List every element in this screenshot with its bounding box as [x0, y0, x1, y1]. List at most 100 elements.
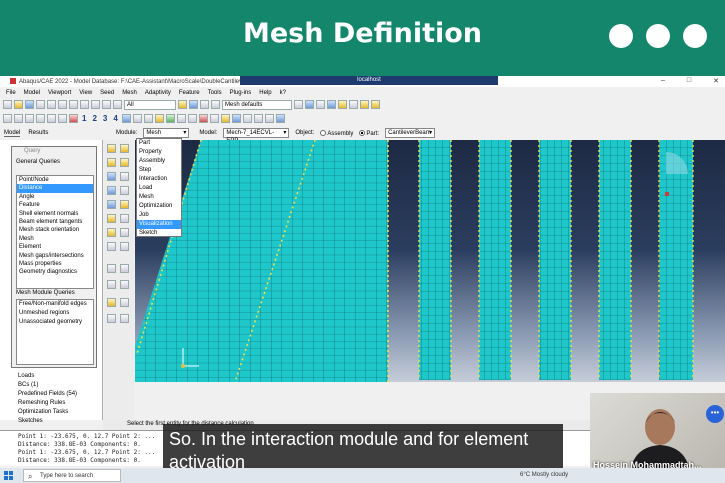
- menu-mesh[interactable]: Mesh: [122, 90, 137, 96]
- view-front-icon[interactable]: [349, 100, 358, 109]
- mesh-canvas[interactable]: [135, 140, 725, 382]
- view-custom-icon[interactable]: [58, 114, 67, 123]
- rotate-icon[interactable]: [58, 100, 67, 109]
- orphan-mesh-icon[interactable]: [107, 314, 116, 323]
- color-code-icon-2[interactable]: [209, 114, 219, 123]
- tree-item-bcs[interactable]: BCs (1): [18, 381, 77, 390]
- menu-plugins[interactable]: Plug-ins: [230, 90, 252, 96]
- seed-edges-icon[interactable]: [120, 144, 129, 153]
- mesh-display-icon[interactable]: [275, 114, 285, 123]
- text-icon[interactable]: [253, 114, 263, 123]
- taskbar-search[interactable]: ⌕ Type here to search: [23, 469, 121, 482]
- show-all-icon[interactable]: [165, 114, 175, 123]
- query-angle[interactable]: Angle: [17, 193, 93, 201]
- open-icon[interactable]: [14, 100, 23, 109]
- arrow-icon[interactable]: [264, 114, 274, 123]
- annotation-icon[interactable]: [242, 114, 252, 123]
- mesh-edit-icon[interactable]: [120, 314, 129, 323]
- query-unassociated-geometry[interactable]: Unassociated geometry: [19, 318, 93, 327]
- create-set-icon[interactable]: [107, 242, 116, 251]
- verify-mesh-icon[interactable]: [107, 186, 116, 195]
- menu-adaptivity[interactable]: Adaptivity: [145, 90, 171, 96]
- module-option-job[interactable]: Job: [137, 211, 181, 220]
- display-group-icon[interactable]: [200, 100, 209, 109]
- cut-plane-icon[interactable]: [143, 114, 153, 123]
- module-combo[interactable]: Mesh: [143, 128, 190, 138]
- query-element[interactable]: Element: [17, 243, 93, 251]
- tree-item-loads[interactable]: Loads: [18, 372, 77, 381]
- seed-part-icon[interactable]: [107, 144, 116, 153]
- menu-file[interactable]: File: [6, 90, 16, 96]
- remesh-icon[interactable]: [120, 280, 129, 289]
- mesh-part-icon[interactable]: [107, 172, 116, 181]
- query-mass-properties[interactable]: Mass properties: [17, 260, 93, 268]
- query-distance[interactable]: Distance: [17, 184, 93, 193]
- print-icon[interactable]: [36, 100, 45, 109]
- module-option-part[interactable]: Part: [137, 139, 181, 148]
- query-mesh-gaps[interactable]: Mesh gaps/intersections: [17, 252, 93, 260]
- more-dots-icon[interactable]: [609, 24, 707, 48]
- view-right-icon[interactable]: [36, 114, 45, 123]
- perspective-icon[interactable]: [121, 114, 131, 123]
- datum-icon[interactable]: [107, 228, 116, 237]
- view-iso-icon[interactable]: [360, 100, 369, 109]
- replace-icon[interactable]: [211, 100, 220, 109]
- module-option-visualization[interactable]: Visualization: [137, 220, 181, 229]
- view-iso2-icon[interactable]: [47, 114, 56, 123]
- menu-viewport[interactable]: Viewport: [48, 90, 71, 96]
- color-code-icon[interactable]: [294, 100, 303, 109]
- menu-tools[interactable]: Tools: [208, 90, 222, 96]
- view-bottom-icon[interactable]: [14, 114, 23, 123]
- part-combo[interactable]: CantileverBeam: [385, 128, 436, 138]
- weather-widget[interactable]: 6°C Mostly cloudy: [520, 472, 568, 478]
- replace-selected-icon[interactable]: [154, 114, 164, 123]
- partition-cell-icon[interactable]: [120, 200, 129, 209]
- module-option-assembly[interactable]: Assembly: [137, 157, 181, 166]
- graphics-viewport[interactable]: [135, 140, 725, 382]
- module-option-optimization[interactable]: Optimization: [137, 202, 181, 211]
- view-back-icon[interactable]: [371, 100, 380, 109]
- query-free-edges[interactable]: Free/Non-manifold edges: [19, 300, 93, 309]
- element-type-icon[interactable]: [120, 158, 129, 167]
- webcam-menu-button[interactable]: •••: [706, 405, 724, 423]
- tree-item-predefined-fields[interactable]: Predefined Fields (54): [18, 390, 77, 399]
- query-icon[interactable]: [120, 228, 129, 237]
- create-display-group-icon[interactable]: [198, 114, 208, 123]
- maximize-button[interactable]: □: [687, 77, 691, 85]
- menu-model[interactable]: Model: [24, 90, 40, 96]
- menu-view[interactable]: View: [79, 90, 92, 96]
- zoom-icon[interactable]: [69, 100, 78, 109]
- query-stack-orientation[interactable]: Mesh stack orientation: [17, 226, 93, 234]
- module-option-property[interactable]: Property: [137, 148, 181, 157]
- undo-icon[interactable]: [113, 100, 122, 109]
- assign-color-icon[interactable]: [220, 114, 230, 123]
- tree-item-optimization-tasks[interactable]: Optimization Tasks: [18, 408, 77, 417]
- query-info-icon[interactable]: [305, 100, 314, 109]
- viewport-2-button[interactable]: 2: [90, 114, 98, 123]
- viewport-3-button[interactable]: 3: [101, 114, 109, 123]
- object-part-radio[interactable]: Part:: [359, 129, 379, 137]
- module-option-step[interactable]: Step: [137, 166, 181, 175]
- query-shell-normals[interactable]: Shell element normals: [17, 210, 93, 218]
- ref-point-icon[interactable]: [120, 214, 129, 223]
- delete-mesh-icon[interactable]: [120, 172, 129, 181]
- close-button[interactable]: ✕: [713, 77, 719, 85]
- auto-fit-icon[interactable]: [91, 100, 100, 109]
- create-surface-icon[interactable]: [120, 242, 129, 251]
- mesh-defaults-combo[interactable]: Mesh defaults: [222, 99, 292, 110]
- edit-mesh-icon[interactable]: [120, 186, 129, 195]
- module-option-sketch[interactable]: Sketch: [137, 229, 181, 238]
- pan-icon[interactable]: [47, 100, 56, 109]
- tree-item-sketches[interactable]: Sketches: [18, 417, 77, 426]
- cycle-views-icon[interactable]: [102, 100, 111, 109]
- box-zoom-icon[interactable]: [80, 100, 89, 109]
- menu-help[interactable]: Help: [259, 90, 271, 96]
- mesh-controls-icon[interactable]: [107, 158, 116, 167]
- query-beam-tangents[interactable]: Beam element tangents: [17, 218, 93, 226]
- selection-filter-combo[interactable]: All: [124, 99, 176, 110]
- viewport-1-button[interactable]: 1: [80, 114, 88, 123]
- translucency-icon[interactable]: [231, 114, 241, 123]
- module-option-mesh[interactable]: Mesh: [137, 193, 181, 202]
- tab-model[interactable]: Model: [4, 130, 21, 137]
- remote-session-bar[interactable]: localhost: [240, 76, 498, 85]
